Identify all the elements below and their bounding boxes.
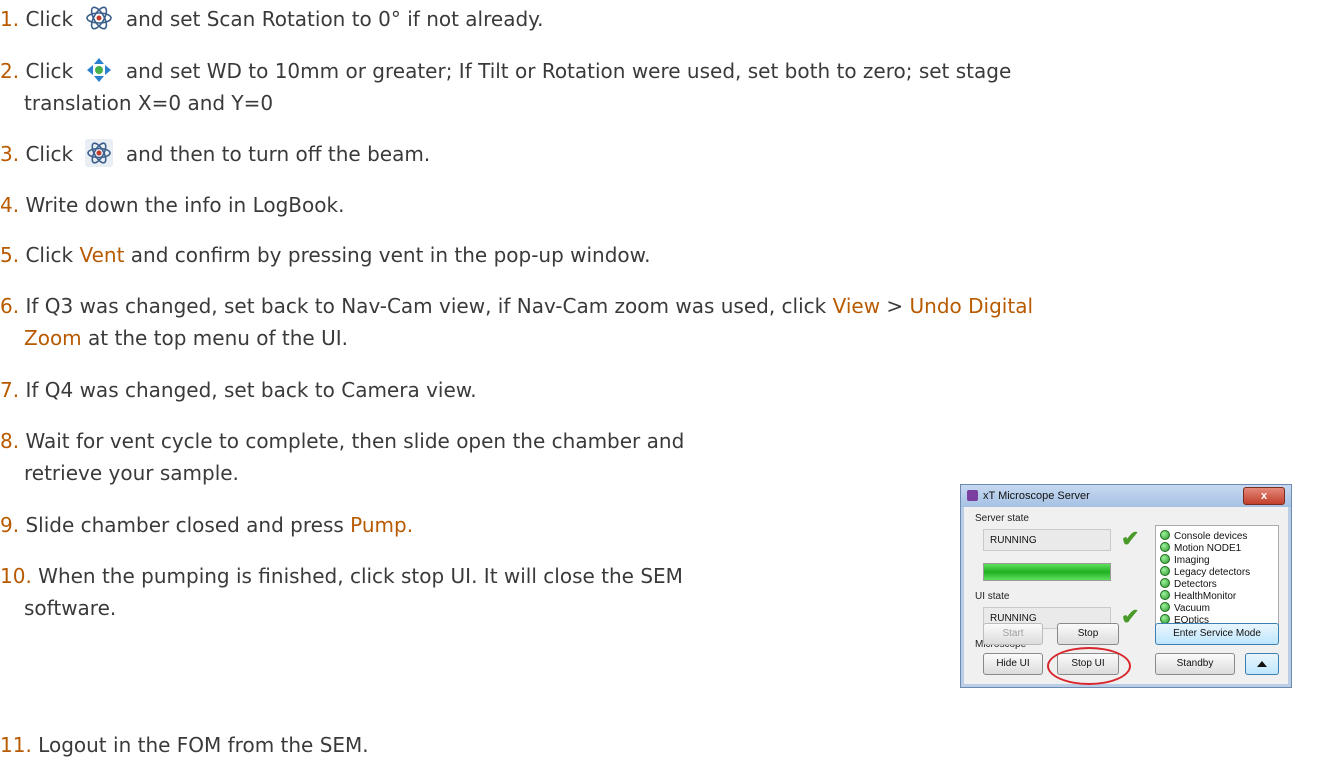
expand-up-button[interactable] <box>1245 653 1279 675</box>
step-number: 4. <box>0 193 20 217</box>
step-text: and then to turn off the beam. <box>125 142 431 166</box>
list-item: Console devices <box>1160 530 1278 542</box>
server-state-label: Server state <box>975 513 1029 524</box>
step-number: 1. <box>0 7 20 31</box>
step-text: Wait for vent cycle to complete, then sl… <box>25 429 685 453</box>
step-1: 1. Click and set Scan Rotation to 0° if … <box>0 4 544 34</box>
step-text: Logout in the FOM from the SEM. <box>38 733 369 757</box>
start-button[interactable]: Start <box>983 623 1043 645</box>
step-text: at the top menu of the UI. <box>88 326 348 350</box>
hide-ui-button[interactable]: Hide UI <box>983 653 1043 675</box>
ui-ok-check-icon: ✔ <box>1121 604 1140 629</box>
vent-highlight: Vent <box>79 243 125 267</box>
step-number: 11. <box>0 733 32 757</box>
step-text: Click <box>25 142 74 166</box>
step-8: 8. Wait for vent cycle to complete, then… <box>0 426 684 456</box>
stage-arrows-icon <box>87 58 112 82</box>
status-led-icon <box>1160 554 1170 564</box>
step-number: 10. <box>0 564 32 588</box>
status-led-icon <box>1160 566 1170 576</box>
step-text: Write down the info in LogBook. <box>25 193 345 217</box>
step-text: If Q4 was changed, set back to Camera vi… <box>25 378 477 402</box>
status-led-icon <box>1160 542 1170 552</box>
undo-digital-highlight: Undo Digital <box>909 294 1034 318</box>
step-text: Click <box>25 59 74 83</box>
stop-ui-highlight-circle <box>1047 647 1131 685</box>
step-number: 5. <box>0 243 20 267</box>
step-number: 6. <box>0 294 20 318</box>
step-text: If Q3 was changed, set back to Nav-Cam v… <box>25 294 827 318</box>
step-3: 3. Click and then to turn off the beam. <box>0 139 430 169</box>
step-number: 3. <box>0 142 20 166</box>
server-progress-bar <box>983 563 1111 581</box>
atom-beam-icon <box>85 139 114 167</box>
step-number: 7. <box>0 378 20 402</box>
step-6: 6. If Q3 was changed, set back to Nav-Ca… <box>0 291 1033 321</box>
step-text: Click <box>25 243 74 267</box>
step-2-continuation: translation X=0 and Y=0 <box>24 91 274 115</box>
triangle-up-icon <box>1257 661 1267 667</box>
status-led-icon <box>1160 602 1170 612</box>
server-state-value: RUNNING <box>983 529 1111 551</box>
app-icon <box>967 490 978 501</box>
step-8-continuation: retrieve your sample. <box>24 461 239 485</box>
list-item: Legacy detectors <box>1160 566 1278 578</box>
list-item: Motion NODE1 <box>1160 542 1278 554</box>
zoom-highlight: Zoom <box>24 326 82 350</box>
step-number: 9. <box>0 513 20 537</box>
step-number: 2. <box>0 59 20 83</box>
list-item: HealthMonitor <box>1160 590 1278 602</box>
step-2: 2. Click and set WD to 10mm or greater; … <box>0 56 1011 86</box>
status-led-icon <box>1160 578 1170 588</box>
list-item: Imaging <box>1160 554 1278 566</box>
atom-beam-icon <box>86 6 113 30</box>
list-item: Detectors <box>1160 578 1278 590</box>
step-text: and confirm by pressing vent in the pop-… <box>130 243 651 267</box>
server-ok-check-icon: ✔ <box>1121 526 1140 551</box>
window-titlebar: xT Microscope Server x <box>961 485 1291 507</box>
step-text: When the pumping is finished, click stop… <box>38 564 683 588</box>
step-text: and set Scan Rotation to 0° if not alrea… <box>125 7 544 31</box>
status-led-icon <box>1160 590 1170 600</box>
xt-microscope-server-window: xT Microscope Server x Server state RUNN… <box>960 484 1292 688</box>
stop-button[interactable]: Stop <box>1057 623 1119 645</box>
step-11: 11. Logout in the FOM from the SEM. <box>0 730 369 760</box>
step-7: 7. If Q4 was changed, set back to Camera… <box>0 375 477 405</box>
step-9: 9. Slide chamber closed and press Pump. <box>0 510 413 540</box>
progress-fill <box>984 564 1110 580</box>
step-text: > <box>886 294 904 318</box>
step-5: 5. Click Vent and confirm by pressing ve… <box>0 240 651 270</box>
step-text: Click <box>25 7 74 31</box>
list-item: Vacuum <box>1160 602 1278 614</box>
step-4: 4. Write down the info in LogBook. <box>0 190 344 220</box>
step-6-continuation: Zoom at the top menu of the UI. <box>24 323 348 353</box>
step-text: and set WD to 10mm or greater; If Tilt o… <box>125 59 1012 83</box>
close-button[interactable]: x <box>1243 487 1285 505</box>
step-number: 8. <box>0 429 20 453</box>
status-led-icon <box>1160 530 1170 540</box>
view-menu-highlight: View <box>832 294 881 318</box>
standby-button[interactable]: Standby <box>1155 653 1235 675</box>
step-text: Slide chamber closed and press <box>25 513 344 537</box>
ui-state-label: UI state <box>975 591 1010 602</box>
pump-highlight: Pump. <box>350 513 414 537</box>
step-10: 10. When the pumping is finished, click … <box>0 561 683 591</box>
window-title: xT Microscope Server <box>983 490 1090 502</box>
step-10-continuation: software. <box>24 596 117 620</box>
enter-service-mode-button[interactable]: Enter Service Mode <box>1155 623 1279 645</box>
